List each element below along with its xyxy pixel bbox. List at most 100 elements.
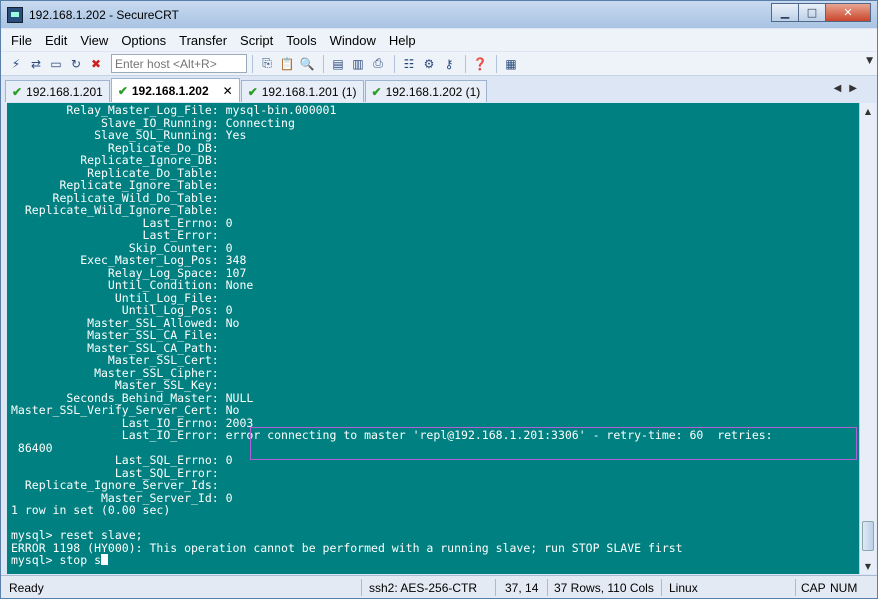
securecrt-window: 192.168.1.202 - SecureCRT ▁ □ ✕ File Edi… [0, 0, 878, 599]
window-controls: ▁ □ ✕ [771, 3, 871, 22]
tab-label: 192.168.1.202 (1) [385, 84, 481, 99]
menu-view[interactable]: View [80, 33, 108, 48]
terminal-line: Relay_Master_Log_File: mysql-bin.000001 [11, 103, 337, 117]
scrollbar-thumb[interactable] [862, 521, 874, 551]
close-button[interactable]: ✕ [825, 3, 871, 22]
status-caps-lock: CAP [801, 580, 826, 595]
toolbar-separator [252, 54, 253, 73]
help-icon[interactable]: ❓ [471, 55, 489, 73]
connected-check-icon: ✔ [117, 83, 128, 98]
menu-transfer[interactable]: Transfer [179, 33, 227, 48]
tab-label: 192.168.1.201 [26, 84, 103, 99]
status-divider [495, 579, 496, 596]
copy-icon[interactable]: ⎘ [258, 55, 276, 73]
status-num-lock: NUM [830, 580, 858, 595]
scroll-up-icon[interactable]: ▲ [860, 103, 876, 119]
terminal-line: Master_SSL_CA_File: [11, 328, 219, 342]
menu-help[interactable]: Help [389, 33, 416, 48]
terminal-line: Replicate_Wild_Ignore_Table: [11, 203, 219, 217]
terminal-line: 1 row in set (0.00 sec) [11, 503, 171, 517]
scroll-down-icon[interactable]: ▼ [860, 558, 876, 574]
status-cipher: ssh2: AES-256-CTR [369, 580, 478, 595]
tab-label: 192.168.1.202 [131, 83, 209, 98]
session-options-icon[interactable]: ☷ [400, 55, 418, 73]
toolbar-overflow-icon[interactable]: ▼ [866, 56, 873, 66]
menu-options[interactable]: Options [121, 33, 166, 48]
terminal-cursor [101, 554, 109, 565]
prompt-text: mysql> stop s [11, 553, 102, 567]
status-terminal-type: Linux [669, 580, 698, 595]
tab-192-168-1-201[interactable]: ✔ 192.168.1.201 [5, 80, 110, 102]
terminal-line: Replicate_Ignore_DB: [11, 153, 219, 167]
toolbar-separator [394, 54, 395, 73]
terminal-scrollbar[interactable]: ▲ ▼ [859, 103, 876, 574]
tab-close-icon[interactable]: ✕ [223, 84, 233, 98]
minimize-icon: ▁ [780, 6, 790, 19]
toolbar: ⚡ ⇄ ▭ ↻ ✖ ⎘ 📋 🔍 ▤ ▥ ⎙ ☷ ⚙ ⚷ ❓ ▦ ▼ [1, 52, 877, 76]
status-divider [361, 579, 362, 596]
status-divider [661, 579, 662, 596]
connected-check-icon: ✔ [247, 84, 258, 99]
window-title: 192.168.1.202 - SecureCRT [29, 7, 179, 22]
menu-script[interactable]: Script [240, 33, 273, 48]
menu-edit[interactable]: Edit [45, 33, 67, 48]
menu-tools[interactable]: Tools [286, 33, 316, 48]
quick-connect-icon[interactable]: ⇄ [27, 55, 45, 73]
status-terminal-size: 37 Rows, 110 Cols [554, 580, 654, 595]
status-cursor-position: 37, 14 [505, 580, 539, 595]
tab-192-168-1-201-1[interactable]: ✔ 192.168.1.201 (1) [240, 80, 364, 102]
enter-host-input[interactable] [111, 54, 247, 73]
maximize-icon: □ [806, 6, 818, 19]
terminal-lines: Relay_Master_Log_File: mysql-bin.000001 … [7, 103, 859, 567]
tab-label: 192.168.1.201 (1) [261, 84, 357, 99]
keymap-icon[interactable]: ⚷ [440, 55, 458, 73]
disconnect-icon[interactable]: ✖ [87, 55, 105, 73]
menu-bar: File Edit View Options Transfer Script T… [1, 29, 877, 51]
print-selection-icon[interactable]: ▥ [349, 55, 367, 73]
terminal-line: Master_SSL_Key: [11, 378, 219, 392]
terminal-prompt-line[interactable]: mysql> stop s [11, 554, 859, 567]
terminal-line: Last_Error: [11, 228, 219, 242]
toolbar-separator [496, 54, 497, 73]
status-bar: Ready ssh2: AES-256-CTR 37, 14 37 Rows, … [1, 575, 877, 598]
global-options-icon[interactable]: ⚙ [420, 55, 438, 73]
sftp-icon[interactable]: ▦ [502, 55, 520, 73]
maximize-button[interactable]: □ [798, 3, 825, 22]
connected-check-icon: ✔ [12, 84, 23, 99]
connect-in-tab-icon[interactable]: ▭ [47, 55, 65, 73]
terminal-line: Until_Log_Pos: 0 [11, 303, 233, 317]
status-divider [795, 579, 796, 596]
status-divider [547, 579, 548, 596]
close-icon: ✕ [843, 6, 853, 19]
terminal-line: Replicate_Ignore_Table: [11, 178, 219, 192]
find-icon[interactable]: 🔍 [298, 55, 316, 73]
menu-window[interactable]: Window [330, 33, 376, 48]
session-tab-bar: ✔ 192.168.1.201 ✔ 192.168.1.202 ✕ ✔ 192.… [1, 78, 877, 102]
toolbar-separator [323, 54, 324, 73]
menu-file[interactable]: File [11, 33, 32, 48]
paste-icon[interactable]: 📋 [278, 55, 296, 73]
status-ready: Ready [9, 580, 44, 595]
tab-192-168-1-202-1[interactable]: ✔ 192.168.1.202 (1) [364, 80, 488, 102]
reconnect-icon[interactable]: ↻ [67, 55, 85, 73]
terminal-line: Exec_Master_Log_Pos: 348 [11, 253, 247, 267]
title-bar[interactable]: 192.168.1.202 - SecureCRT ▁ □ ✕ [1, 1, 877, 28]
terminal-line: Until_Condition: None [11, 278, 254, 292]
terminal-line: Master_SSL_Cert: [11, 353, 219, 367]
terminal-output[interactable]: Relay_Master_Log_File: mysql-bin.000001 … [7, 103, 859, 574]
terminal-line: mysql> reset slave; [11, 528, 143, 542]
error-highlight-box [250, 427, 857, 460]
print-icon[interactable]: ⎙ [369, 55, 387, 73]
print-setup-icon[interactable]: ▤ [329, 55, 347, 73]
terminal-line: ERROR 1198 (HY000): This operation canno… [11, 540, 683, 555]
toolbar-separator [465, 54, 466, 73]
tab-192-168-1-202[interactable]: ✔ 192.168.1.202 ✕ [110, 78, 240, 102]
securecrt-app-icon [7, 6, 23, 23]
terminal-line: Replicate_Ignore_Server_Ids: [11, 478, 219, 492]
connected-check-icon: ✔ [371, 84, 382, 99]
terminal-line: Slave_SQL_Running: Yes [11, 128, 247, 142]
tab-scroll-arrows-icon[interactable]: ◀▶ [834, 83, 865, 94]
connect-icon[interactable]: ⚡ [7, 55, 25, 73]
terminal-line: Master_SSL_Verify_Server_Cert: No [11, 403, 240, 417]
minimize-button[interactable]: ▁ [771, 3, 798, 22]
